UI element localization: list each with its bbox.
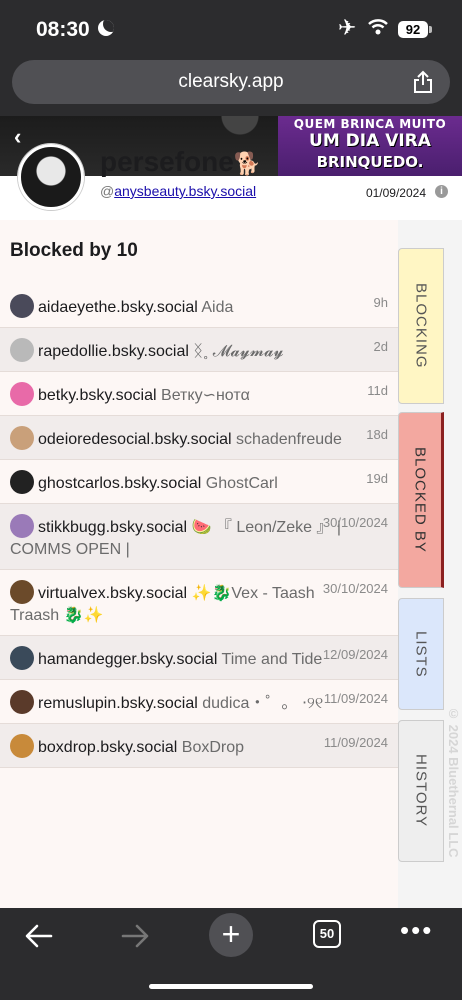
user-avatar[interactable]: [10, 734, 34, 758]
profile-display-name: persefone🐕: [100, 146, 261, 178]
user-handle[interactable]: stikkbugg.bsky.social: [38, 519, 187, 536]
block-date: 30/10/2024: [322, 581, 388, 596]
more-icon[interactable]: •••: [400, 917, 433, 943]
user-handle[interactable]: rapedollie.bsky.social: [38, 343, 189, 360]
profile-handle: @anysbeauty.bsky.social: [100, 183, 256, 199]
block-date: 12/09/2024: [322, 647, 388, 662]
share-icon[interactable]: [412, 70, 434, 94]
blocker-list: aidaeyethe.bsky.social Aida 9h rapedollie.…: [0, 284, 398, 768]
home-indicator: [149, 984, 313, 989]
dog-icon: 🐕: [233, 152, 262, 177]
user-display-name: schadenfreude: [236, 431, 342, 448]
user-avatar[interactable]: [10, 294, 34, 318]
user-avatar[interactable]: [10, 426, 34, 450]
info-icon[interactable]: i: [435, 185, 448, 198]
list-item[interactable]: odeioredesocial.bsky.social schadenfreud…: [0, 416, 398, 460]
block-date: 9h: [373, 295, 388, 310]
profile-date: 01/09/2024: [365, 186, 426, 200]
list-item[interactable]: hamandegger.bsky.social Time and Tide 12/…: [0, 636, 398, 680]
block-date: 2d: [373, 339, 388, 354]
new-tab-button[interactable]: +: [209, 913, 253, 957]
user-display-name: GhostCarl: [205, 475, 278, 492]
blocked-by-panel: Blocked by 10 aidaeyethe.bsky.social Aid…: [0, 220, 398, 908]
status-time: 08:30: [36, 18, 90, 41]
user-handle[interactable]: aidaeyethe.bsky.social: [38, 299, 198, 316]
user-handle[interactable]: boxdrop.bsky.social: [38, 739, 177, 756]
block-date: 18d: [366, 427, 388, 442]
user-display-name: dudica・゜。 ⋅୨୧: [202, 695, 324, 712]
user-display-name: Aida: [201, 299, 234, 316]
copyright-text: © 2024 Bluethernal LLC: [446, 706, 461, 858]
user-handle[interactable]: ghostcarlos.bsky.social: [38, 475, 201, 492]
wifi-icon: [368, 19, 388, 35]
banner-text-line2: UM DIA VIRA: [309, 131, 431, 151]
banner-text-line3: BRINQUEDO.: [316, 153, 424, 171]
url-text[interactable]: clearsky.app: [12, 71, 450, 93]
list-item[interactable]: aidaeyethe.bsky.social Aida 9h: [0, 284, 398, 328]
block-date: 11/09/2024: [323, 735, 388, 750]
user-display-name: BoxDrop: [181, 739, 245, 756]
banner-text-line1: QUEM BRINCA MUITO: [293, 117, 447, 131]
web-page: QUEM BRINCA MUITO UM DIA VIRA BRINQUEDO.…: [0, 116, 462, 908]
user-avatar[interactable]: [10, 514, 34, 538]
list-item[interactable]: betky.bsky.social Ветку∽нотα 11d: [0, 372, 398, 416]
user-handle[interactable]: hamandegger.bsky.social: [38, 651, 217, 668]
list-item[interactable]: boxdrop.bsky.social BoxDrop 11/09/2024: [0, 724, 398, 768]
block-date: 30/10/2024: [322, 515, 388, 530]
block-date: 11/09/2024: [323, 691, 388, 706]
block-date: 11d: [367, 383, 388, 398]
browser-url-area: clearsky.app: [0, 58, 462, 116]
banner-image: QUEM BRINCA MUITO UM DIA VIRA BRINQUEDO.: [278, 116, 462, 176]
user-display-name: Ветку∽нотα: [161, 387, 250, 404]
user-display-name: ᛝ˳ 𝓜𝓪𝔂𝓶𝓪𝔂: [193, 343, 284, 360]
list-item[interactable]: remuslupin.bsky.social dudica・゜。 ⋅୨୧ 11/0…: [0, 680, 398, 724]
back-chevron-icon[interactable]: ‹: [14, 124, 21, 150]
list-item[interactable]: rapedollie.bsky.social ᛝ˳ 𝓜𝓪𝔂𝓶𝓪𝔂 2d: [0, 328, 398, 372]
user-avatar[interactable]: [10, 690, 34, 714]
user-handle[interactable]: betky.bsky.social: [38, 387, 157, 404]
airplane-icon: ✈: [338, 16, 357, 41]
tab-blocking[interactable]: BLOCKING: [398, 248, 444, 404]
user-avatar[interactable]: [10, 470, 34, 494]
user-avatar[interactable]: [10, 580, 34, 604]
handle-prefix: @: [100, 183, 115, 199]
user-handle[interactable]: remuslupin.bsky.social: [38, 695, 198, 712]
url-bar[interactable]: clearsky.app: [12, 60, 450, 104]
user-handle[interactable]: virtualvex.bsky.social: [38, 585, 187, 602]
user-display-name: Time and Tide: [221, 651, 323, 668]
user-avatar[interactable]: [10, 646, 34, 670]
back-arrow-icon[interactable]: [24, 922, 54, 950]
user-handle[interactable]: odeioredesocial.bsky.social: [38, 431, 232, 448]
tab-history[interactable]: HISTORY: [398, 720, 444, 862]
battery-icon: 92: [398, 21, 432, 38]
tab-blocked-by[interactable]: BLOCKED BY: [398, 412, 444, 588]
user-avatar[interactable]: [10, 338, 34, 362]
handle-link[interactable]: anysbeauty.bsky.social: [114, 183, 256, 199]
status-bar: 08:30 ✈ 92: [0, 0, 462, 58]
list-item[interactable]: stikkbugg.bsky.social 🍉 『 Leon/Zeke 』 | …: [0, 504, 398, 570]
list-item[interactable]: ghostcarlos.bsky.social GhostCarl 19d: [0, 460, 398, 504]
tab-lists[interactable]: LISTS: [398, 598, 444, 710]
tabs-button[interactable]: 50: [313, 920, 341, 948]
browser-toolbar: + 50 •••: [0, 908, 462, 1000]
profile-avatar: [18, 144, 84, 210]
display-name-text: persefone: [100, 146, 234, 177]
list-item[interactable]: virtualvex.bsky.social ✨🐉Vex - Taash Tra…: [0, 570, 398, 636]
panel-title: Blocked by 10: [10, 240, 138, 261]
moon-icon: [98, 20, 114, 36]
user-avatar[interactable]: [10, 382, 34, 406]
forward-arrow-icon[interactable]: [120, 922, 150, 950]
block-date: 19d: [366, 471, 388, 486]
